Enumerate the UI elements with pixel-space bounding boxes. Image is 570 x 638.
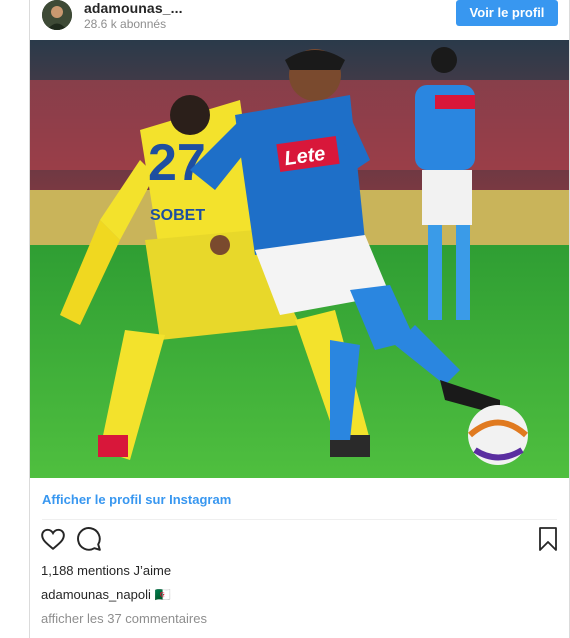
view-comments-link[interactable]: afficher les 37 commentaires [41, 611, 207, 626]
post-header: adamounas_... 28.6 k abonnés Voir le pro… [30, 0, 569, 40]
caption-emoji: 🇩🇿 [154, 588, 171, 603]
caption: adamounas_napoli 🇩🇿 [41, 587, 171, 603]
divider [42, 519, 557, 520]
heart-icon[interactable] [40, 526, 68, 554]
yellow-sponsor-text: SOBET [150, 207, 205, 224]
follower-count: 28.6 k abonnés [84, 17, 167, 31]
comment-icon[interactable] [76, 526, 104, 554]
soccer-ball [468, 405, 528, 465]
profile-avatar[interactable] [42, 0, 72, 30]
view-profile-button[interactable]: Voir le profil [456, 0, 558, 26]
post-actions [30, 526, 569, 556]
instagram-embed-card: adamounas_... 28.6 k abonnés Voir le pro… [29, 0, 570, 638]
bookmark-icon[interactable] [536, 526, 564, 554]
like-count: 1,188 mentions J’aime [41, 563, 172, 578]
post-photo[interactable]: 27 SOBET Lete [30, 40, 569, 478]
caption-username[interactable]: adamounas_napoli [41, 587, 151, 602]
view-on-instagram-link[interactable]: Afficher le profil sur Instagram [42, 492, 231, 507]
profile-username[interactable]: adamounas_... [84, 0, 183, 16]
